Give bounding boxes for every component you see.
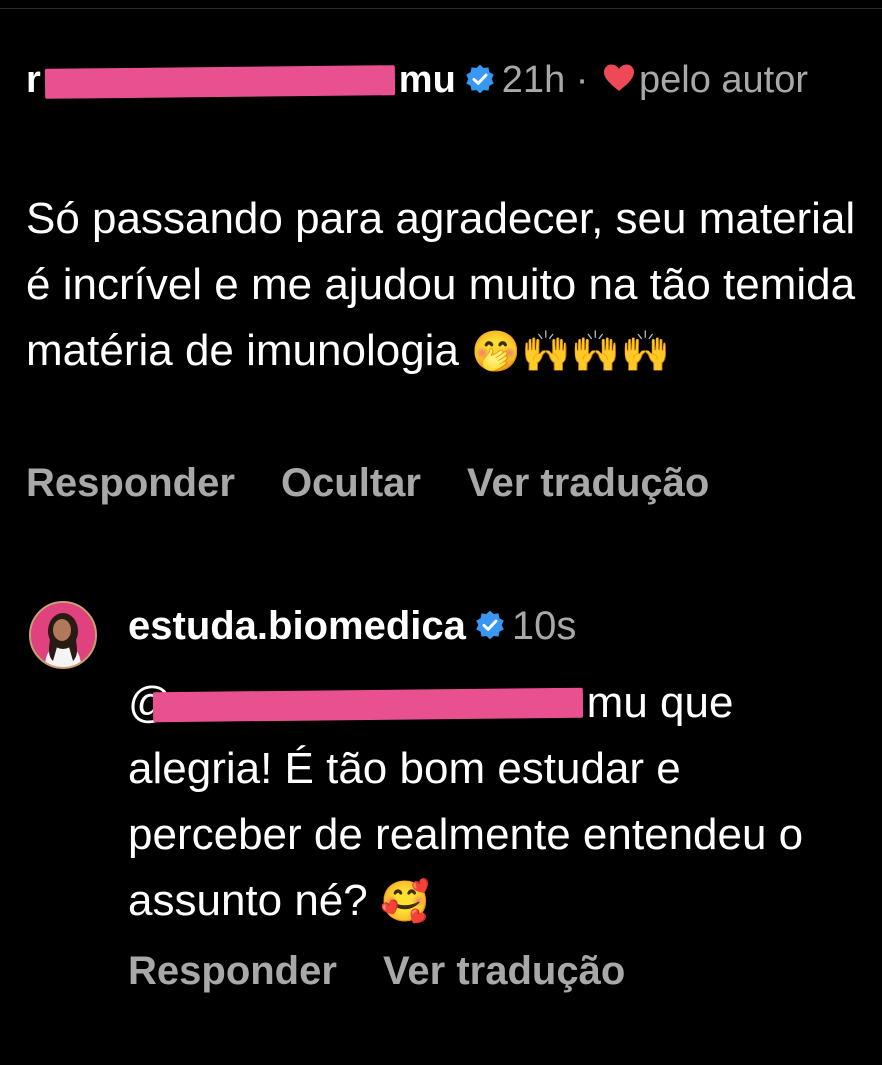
comment-username[interactable]: r mu: [26, 59, 456, 101]
avatar-image: [31, 603, 95, 667]
comment-time: 21h: [501, 59, 566, 101]
reply-text: @ mu que alegria! É tão bom estudar e per…: [128, 678, 804, 925]
avatar[interactable]: [29, 601, 97, 669]
comment-actions: Responder Ocultar Ver tradução: [26, 458, 755, 508]
hide-button[interactable]: Ocultar: [281, 461, 421, 505]
liked-by-author-label: pelo autor: [638, 59, 808, 101]
comment-text: Só passando para agradecer, seu material…: [26, 194, 856, 375]
redaction-mark: [44, 65, 395, 99]
separator-dot: ·: [575, 59, 589, 101]
divider: [0, 8, 882, 9]
redaction-mark: [152, 688, 583, 723]
verified-badge-icon: [476, 611, 504, 640]
reply-time: 10s: [511, 604, 577, 648]
translate-button[interactable]: Ver tradução: [383, 949, 625, 993]
heart-icon: [603, 64, 634, 91]
reply-header: estuda.biomedica 10s: [128, 598, 576, 654]
verified-badge-icon: [466, 64, 494, 94]
mention-link[interactable]: @ mu: [128, 678, 648, 727]
reply-emoji: 🥰: [379, 879, 430, 925]
comment-header: r mu 21h · pelo autor: [26, 52, 866, 108]
reply-username[interactable]: estuda.biomedica: [128, 604, 466, 648]
translate-button[interactable]: Ver tradução: [467, 461, 709, 505]
reply-button[interactable]: Responder: [26, 461, 235, 505]
reply-button[interactable]: Responder: [128, 949, 337, 993]
comment-emojis: 🤭🙌🙌🙌: [471, 329, 671, 375]
reply-actions: Responder Ver tradução: [128, 946, 671, 996]
